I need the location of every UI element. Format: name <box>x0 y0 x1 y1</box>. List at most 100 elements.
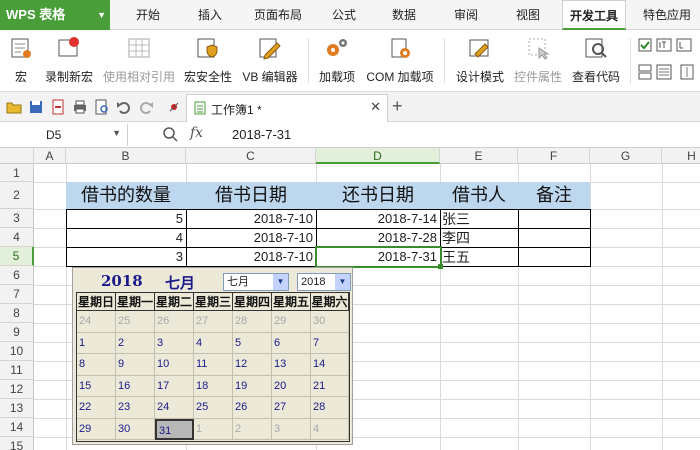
column-header[interactable]: H <box>662 148 700 164</box>
calendar-day-other-month[interactable]: 1 <box>194 418 233 440</box>
calendar-day[interactable]: 27 <box>272 397 311 419</box>
row-header[interactable]: 4 <box>0 228 34 247</box>
calendar-day[interactable]: 3 <box>155 332 194 354</box>
design-mode-button[interactable]: 设计模式 <box>452 34 508 88</box>
row-header[interactable]: 2 <box>0 182 34 209</box>
calendar-day[interactable]: 28 <box>311 397 349 419</box>
tab-view[interactable]: 视图 <box>502 0 554 30</box>
row-header[interactable]: 10 <box>0 342 34 361</box>
column-header[interactable]: C <box>186 148 316 164</box>
header-cell-return-date[interactable]: 还书日期 <box>316 182 440 209</box>
customize-toolbar-icon[interactable] <box>166 99 182 115</box>
label-control-icon[interactable] <box>676 38 692 52</box>
cell-borrower[interactable]: 李四 <box>442 229 518 247</box>
tab-insert[interactable]: 插入 <box>184 0 236 30</box>
redo-icon[interactable] <box>138 99 154 115</box>
row-header[interactable]: 12 <box>0 380 34 399</box>
column-header[interactable]: E <box>440 148 518 164</box>
column-header[interactable]: G <box>590 148 662 164</box>
textbox-control-icon[interactable] <box>656 38 672 52</box>
fx-icon[interactable]: fx <box>190 125 203 141</box>
row-header[interactable]: 8 <box>0 304 34 323</box>
cell-quantity[interactable]: 4 <box>66 229 186 247</box>
row-header[interactable]: 7 <box>0 285 34 304</box>
header-cell-borrower[interactable]: 借书人 <box>440 182 518 209</box>
addins-button[interactable]: 加载项 <box>314 34 360 88</box>
cell-notes[interactable] <box>518 229 590 247</box>
cell-borrower[interactable]: 王五 <box>442 248 518 266</box>
zoom-icon[interactable] <box>162 126 178 142</box>
row-header-selected[interactable]: 5 <box>0 247 34 266</box>
calendar-day[interactable]: 19 <box>233 375 272 397</box>
calendar-day[interactable]: 29 <box>77 418 116 440</box>
new-tab-plus-icon[interactable]: + <box>392 96 403 117</box>
calendar-day[interactable]: 14 <box>311 354 349 376</box>
cell-borrow-date[interactable]: 2018-7-10 <box>186 210 316 228</box>
row-header[interactable]: 9 <box>0 323 34 342</box>
calendar-day[interactable]: 13 <box>272 354 311 376</box>
formula-input[interactable]: 2018-7-31 <box>232 127 291 142</box>
calendar-day[interactable]: 4 <box>194 332 233 354</box>
save-icon[interactable] <box>28 99 44 115</box>
calendar-day[interactable]: 8 <box>77 354 116 376</box>
row-header[interactable]: 14 <box>0 418 34 437</box>
document-tab[interactable]: 工作簿1 * ✕ <box>186 94 388 122</box>
calendar-day[interactable]: 26 <box>233 397 272 419</box>
vb-editor-button[interactable]: VB 编辑器 <box>238 34 302 88</box>
cell-return-date[interactable]: 2018-7-14 <box>316 210 440 228</box>
calendar-day[interactable]: 6 <box>272 332 311 354</box>
row-header[interactable]: 6 <box>0 266 34 285</box>
calendar-day[interactable]: 18 <box>194 375 233 397</box>
calendar-day-other-month[interactable]: 28 <box>233 311 272 333</box>
record-macro-button[interactable]: 录制新宏 <box>42 34 96 88</box>
calendar-day[interactable]: 21 <box>311 375 349 397</box>
control-properties-button[interactable]: 控件属性 <box>510 34 566 88</box>
macro-security-button[interactable]: 宏安全性 <box>180 34 236 88</box>
wps-logo-button[interactable]: WPS 表格 ▼ <box>0 0 110 30</box>
calendar-day-other-month[interactable]: 27 <box>194 311 233 333</box>
tab-formulas[interactable]: 公式 <box>318 0 370 30</box>
calendar-day[interactable]: 22 <box>77 397 116 419</box>
calendar-day[interactable]: 10 <box>155 354 194 376</box>
view-code-button[interactable]: 查看代码 <box>568 34 624 88</box>
tab-home[interactable]: 开始 <box>122 0 174 30</box>
calendar-day[interactable]: 11 <box>194 354 233 376</box>
column-header-selected[interactable]: D <box>316 148 440 164</box>
cell-notes[interactable] <box>518 210 590 228</box>
print-icon[interactable] <box>72 99 88 115</box>
row-header[interactable]: 15 <box>0 437 34 450</box>
tab-page-layout[interactable]: 页面布局 <box>244 0 312 30</box>
calendar-day[interactable]: 20 <box>272 375 311 397</box>
export-pdf-icon[interactable] <box>50 99 66 115</box>
column-header[interactable]: A <box>34 148 66 164</box>
chevron-down-icon[interactable]: ▼ <box>112 128 121 138</box>
calendar-day[interactable]: 23 <box>116 397 155 419</box>
spin-control-icon[interactable] <box>638 64 652 80</box>
tab-review[interactable]: 审阅 <box>440 0 492 30</box>
calendar-day[interactable]: 24 <box>155 397 194 419</box>
calendar-day[interactable]: 1 <box>77 332 116 354</box>
month-select[interactable]: 七月 ▼ <box>223 273 289 291</box>
calendar-day[interactable]: 17 <box>155 375 194 397</box>
calendar-day[interactable]: 2 <box>116 332 155 354</box>
calendar-day-other-month[interactable]: 3 <box>272 418 311 440</box>
row-header[interactable]: 1 <box>0 164 34 182</box>
calendar-day-other-month[interactable]: 26 <box>155 311 194 333</box>
tab-developer[interactable]: 开发工具 <box>562 0 626 30</box>
cell-borrow-date[interactable]: 2018-7-10 <box>186 229 316 247</box>
calendar-day[interactable]: 12 <box>233 354 272 376</box>
listbox-control-icon[interactable] <box>656 64 672 80</box>
calendar-day[interactable]: 25 <box>194 397 233 419</box>
com-addins-button[interactable]: COM 加载项 <box>362 34 438 88</box>
relative-reference-button[interactable]: 使用相对引用 <box>100 34 178 88</box>
chevron-down-icon[interactable]: ▼ <box>335 274 350 290</box>
checkbox-control-icon[interactable] <box>638 38 652 52</box>
row-header[interactable]: 13 <box>0 399 34 418</box>
cell-return-date[interactable]: 2018-7-28 <box>316 229 440 247</box>
select-all-corner[interactable] <box>0 148 34 164</box>
calendar-day-other-month[interactable]: 29 <box>272 311 311 333</box>
calendar-day-other-month[interactable]: 25 <box>116 311 155 333</box>
year-select[interactable]: 2018 ▼ <box>297 273 351 291</box>
open-folder-icon[interactable] <box>6 99 22 115</box>
print-preview-icon[interactable] <box>94 99 110 115</box>
